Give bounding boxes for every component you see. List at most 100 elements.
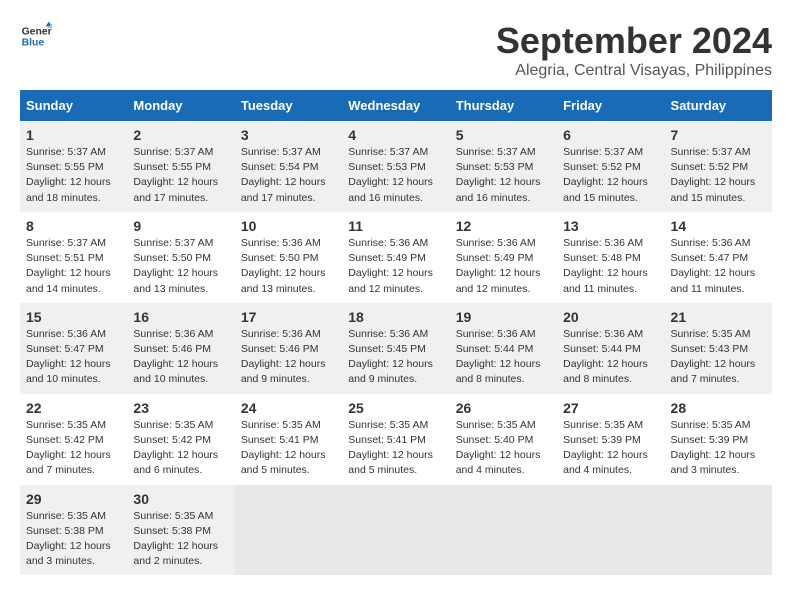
day-info: Sunrise: 5:36 AMSunset: 5:47 PMDaylight:… xyxy=(671,236,766,297)
logo: General Blue xyxy=(20,20,52,52)
calendar-cell: 8 Sunrise: 5:37 AMSunset: 5:51 PMDaylight… xyxy=(20,212,127,303)
calendar-cell: 20 Sunrise: 5:36 AMSunset: 5:44 PMDayligh… xyxy=(557,303,664,394)
calendar-cell: 16 Sunrise: 5:36 AMSunset: 5:46 PMDayligh… xyxy=(127,303,234,394)
day-info: Sunrise: 5:35 AMSunset: 5:42 PMDaylight:… xyxy=(26,418,121,479)
weekday-header: Saturday xyxy=(665,90,772,121)
day-info: Sunrise: 5:37 AMSunset: 5:53 PMDaylight:… xyxy=(456,145,551,206)
calendar-cell: 25 Sunrise: 5:35 AMSunset: 5:41 PMDayligh… xyxy=(342,394,449,485)
calendar-cell: 22 Sunrise: 5:35 AMSunset: 5:42 PMDayligh… xyxy=(20,394,127,485)
day-info: Sunrise: 5:36 AMSunset: 5:44 PMDaylight:… xyxy=(456,327,551,388)
calendar-table: SundayMondayTuesdayWednesdayThursdayFrid… xyxy=(20,90,772,575)
calendar-cell xyxy=(342,485,449,576)
day-number: 30 xyxy=(133,491,228,507)
day-number: 4 xyxy=(348,127,443,143)
page-header: General Blue September 2024 Alegria, Cen… xyxy=(20,20,772,80)
day-info: Sunrise: 5:35 AMSunset: 5:39 PMDaylight:… xyxy=(671,418,766,479)
calendar-cell xyxy=(450,485,557,576)
day-info: Sunrise: 5:35 AMSunset: 5:38 PMDaylight:… xyxy=(133,509,228,570)
weekday-header: Thursday xyxy=(450,90,557,121)
day-info: Sunrise: 5:36 AMSunset: 5:44 PMDaylight:… xyxy=(563,327,658,388)
day-info: Sunrise: 5:37 AMSunset: 5:52 PMDaylight:… xyxy=(563,145,658,206)
day-info: Sunrise: 5:37 AMSunset: 5:51 PMDaylight:… xyxy=(26,236,121,297)
weekday-header: Friday xyxy=(557,90,664,121)
day-number: 18 xyxy=(348,309,443,325)
calendar-week-row: 15 Sunrise: 5:36 AMSunset: 5:47 PMDayligh… xyxy=(20,303,772,394)
day-info: Sunrise: 5:37 AMSunset: 5:55 PMDaylight:… xyxy=(26,145,121,206)
day-info: Sunrise: 5:37 AMSunset: 5:50 PMDaylight:… xyxy=(133,236,228,297)
calendar-cell: 21 Sunrise: 5:35 AMSunset: 5:43 PMDayligh… xyxy=(665,303,772,394)
calendar-cell: 18 Sunrise: 5:36 AMSunset: 5:45 PMDayligh… xyxy=(342,303,449,394)
calendar-cell: 1 Sunrise: 5:37 AMSunset: 5:55 PMDaylight… xyxy=(20,121,127,212)
day-number: 6 xyxy=(563,127,658,143)
calendar-week-row: 22 Sunrise: 5:35 AMSunset: 5:42 PMDayligh… xyxy=(20,394,772,485)
day-number: 10 xyxy=(241,218,336,234)
day-info: Sunrise: 5:37 AMSunset: 5:54 PMDaylight:… xyxy=(241,145,336,206)
day-info: Sunrise: 5:35 AMSunset: 5:42 PMDaylight:… xyxy=(133,418,228,479)
logo-icon: General Blue xyxy=(20,20,52,52)
day-number: 16 xyxy=(133,309,228,325)
day-number: 15 xyxy=(26,309,121,325)
calendar-cell: 19Sunrise: 5:36 AMSunset: 5:44 PMDayligh… xyxy=(450,303,557,394)
day-number: 27 xyxy=(563,400,658,416)
day-info: Sunrise: 5:36 AMSunset: 5:50 PMDaylight:… xyxy=(241,236,336,297)
calendar-cell: 24 Sunrise: 5:35 AMSunset: 5:41 PMDayligh… xyxy=(235,394,342,485)
calendar-cell: 6 Sunrise: 5:37 AMSunset: 5:52 PMDaylight… xyxy=(557,121,664,212)
day-number: 28 xyxy=(671,400,766,416)
day-info: Sunrise: 5:35 AMSunset: 5:41 PMDaylight:… xyxy=(241,418,336,479)
calendar-cell: 3 Sunrise: 5:37 AMSunset: 5:54 PMDaylight… xyxy=(235,121,342,212)
calendar-cell: 30 Sunrise: 5:35 AMSunset: 5:38 PMDayligh… xyxy=(127,485,234,576)
calendar-cell: 9 Sunrise: 5:37 AMSunset: 5:50 PMDaylight… xyxy=(127,212,234,303)
day-number: 26 xyxy=(456,400,551,416)
calendar-cell xyxy=(235,485,342,576)
weekday-header: Wednesday xyxy=(342,90,449,121)
calendar-week-row: 8 Sunrise: 5:37 AMSunset: 5:51 PMDaylight… xyxy=(20,212,772,303)
calendar-cell xyxy=(557,485,664,576)
day-number: 8 xyxy=(26,218,121,234)
day-info: Sunrise: 5:37 AMSunset: 5:52 PMDaylight:… xyxy=(671,145,766,206)
day-number: 13 xyxy=(563,218,658,234)
day-number: 14 xyxy=(671,218,766,234)
day-info: Sunrise: 5:36 AMSunset: 5:48 PMDaylight:… xyxy=(563,236,658,297)
day-number: 25 xyxy=(348,400,443,416)
calendar-cell: 23Sunrise: 5:35 AMSunset: 5:42 PMDayligh… xyxy=(127,394,234,485)
day-number: 3 xyxy=(241,127,336,143)
calendar-cell: 11Sunrise: 5:36 AMSunset: 5:49 PMDayligh… xyxy=(342,212,449,303)
day-number: 9 xyxy=(133,218,228,234)
calendar-cell xyxy=(665,485,772,576)
day-info: Sunrise: 5:36 AMSunset: 5:45 PMDaylight:… xyxy=(348,327,443,388)
location-subtitle: Alegria, Central Visayas, Philippines xyxy=(496,62,772,80)
day-info: Sunrise: 5:35 AMSunset: 5:38 PMDaylight:… xyxy=(26,509,121,570)
day-number: 20 xyxy=(563,309,658,325)
day-number: 22 xyxy=(26,400,121,416)
day-info: Sunrise: 5:36 AMSunset: 5:47 PMDaylight:… xyxy=(26,327,121,388)
calendar-cell: 4 Sunrise: 5:37 AMSunset: 5:53 PMDaylight… xyxy=(342,121,449,212)
calendar-cell: 28 Sunrise: 5:35 AMSunset: 5:39 PMDayligh… xyxy=(665,394,772,485)
calendar-cell: 12 Sunrise: 5:36 AMSunset: 5:49 PMDayligh… xyxy=(450,212,557,303)
day-number: 24 xyxy=(241,400,336,416)
calendar-cell: 15 Sunrise: 5:36 AMSunset: 5:47 PMDayligh… xyxy=(20,303,127,394)
day-number: 2 xyxy=(133,127,228,143)
calendar-cell: 2 Sunrise: 5:37 AMSunset: 5:55 PMDaylight… xyxy=(127,121,234,212)
day-number: 17 xyxy=(241,309,336,325)
svg-text:Blue: Blue xyxy=(22,38,45,49)
weekday-header: Tuesday xyxy=(235,90,342,121)
day-info: Sunrise: 5:36 AMSunset: 5:49 PMDaylight:… xyxy=(456,236,551,297)
calendar-cell: 7Sunrise: 5:37 AMSunset: 5:52 PMDaylight… xyxy=(665,121,772,212)
day-number: 11 xyxy=(348,218,443,234)
day-number: 21 xyxy=(671,309,766,325)
calendar-cell: 27 Sunrise: 5:35 AMSunset: 5:39 PMDayligh… xyxy=(557,394,664,485)
day-info: Sunrise: 5:35 AMSunset: 5:43 PMDaylight:… xyxy=(671,327,766,388)
day-number: 5 xyxy=(456,127,551,143)
day-info: Sunrise: 5:36 AMSunset: 5:46 PMDaylight:… xyxy=(133,327,228,388)
day-info: Sunrise: 5:37 AMSunset: 5:53 PMDaylight:… xyxy=(348,145,443,206)
day-number: 29 xyxy=(26,491,121,507)
day-number: 12 xyxy=(456,218,551,234)
day-info: Sunrise: 5:35 AMSunset: 5:41 PMDaylight:… xyxy=(348,418,443,479)
day-info: Sunrise: 5:35 AMSunset: 5:39 PMDaylight:… xyxy=(563,418,658,479)
calendar-header-row: SundayMondayTuesdayWednesdayThursdayFrid… xyxy=(20,90,772,121)
calendar-cell: 17Sunrise: 5:36 AMSunset: 5:46 PMDayligh… xyxy=(235,303,342,394)
month-year-title: September 2024 xyxy=(496,20,772,62)
day-number: 1 xyxy=(26,127,121,143)
day-info: Sunrise: 5:37 AMSunset: 5:55 PMDaylight:… xyxy=(133,145,228,206)
calendar-cell: 26Sunrise: 5:35 AMSunset: 5:40 PMDayligh… xyxy=(450,394,557,485)
